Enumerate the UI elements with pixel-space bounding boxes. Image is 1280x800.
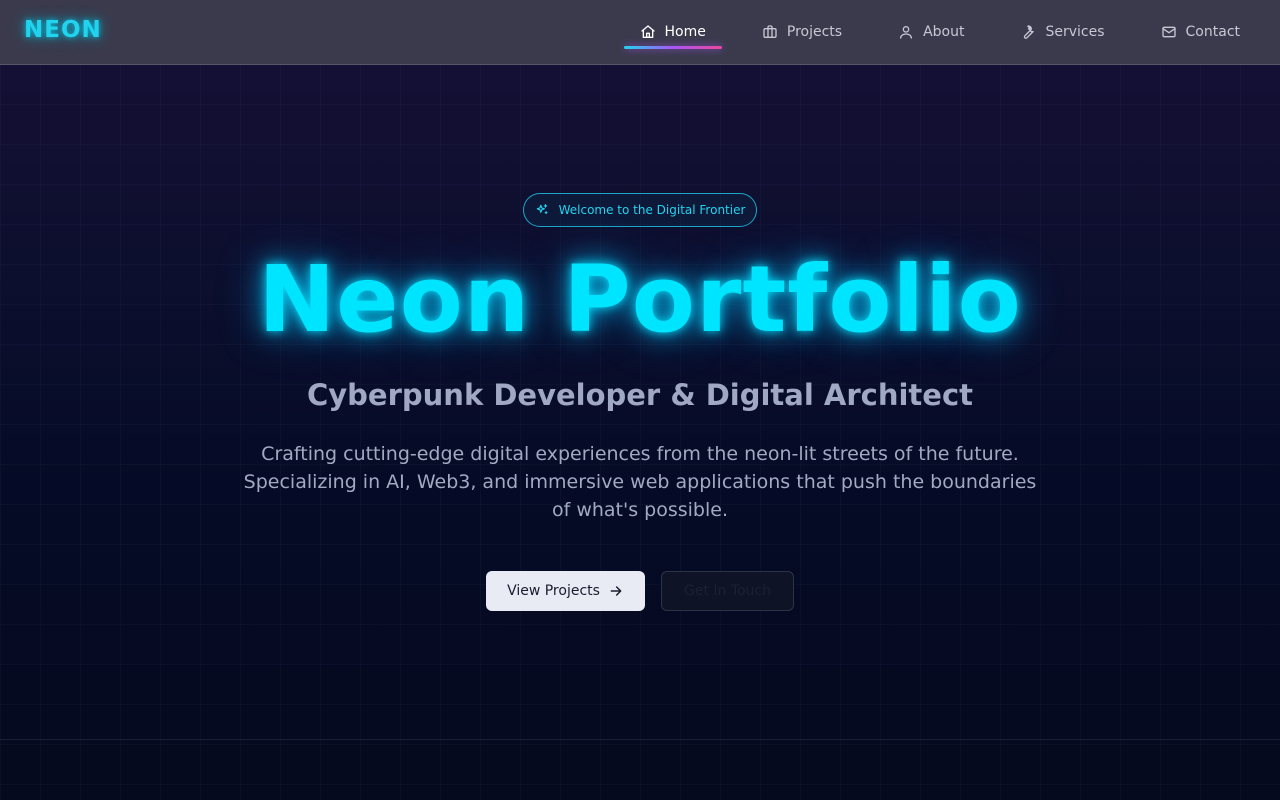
briefcase-icon	[763, 25, 777, 38]
nav-item-label: Services	[1045, 24, 1105, 40]
nav-item-label: Projects	[786, 24, 843, 40]
hero-subtitle: Cyberpunk Developer & Digital Architect	[306, 378, 974, 412]
background-grid	[0, 64, 1280, 800]
nav-item-label: About	[923, 24, 965, 40]
section-divider	[0, 739, 1280, 740]
get-in-touch-label: Get In Touch	[683, 583, 772, 599]
navbar: NEON Home Projects About Services Contac…	[0, 0, 1280, 65]
get-in-touch-button[interactable]: Get In Touch	[661, 571, 794, 611]
page: NEON Home Projects About Services Contac…	[0, 0, 1280, 800]
nav-item-home[interactable]: Home	[623, 0, 722, 64]
sparkles-icon	[536, 204, 548, 215]
logo[interactable]: NEON	[24, 17, 102, 43]
active-underline	[623, 46, 722, 49]
main-nav: Home Projects About Services Contact	[623, 0, 1240, 64]
home-icon	[640, 25, 655, 38]
welcome-badge-text: Welcome to the Digital Frontier	[558, 203, 746, 217]
arrow-right-icon	[610, 586, 622, 596]
nav-item-projects[interactable]: Projects	[762, 0, 842, 64]
nav-item-about[interactable]: About	[898, 0, 964, 64]
mail-icon	[1161, 26, 1176, 38]
user-icon	[900, 26, 913, 39]
nav-item-label: Home	[664, 24, 706, 40]
welcome-badge: Welcome to the Digital Frontier	[523, 193, 757, 227]
hero-title: Neon Portfolio	[258, 246, 1022, 353]
view-projects-label: View Projects	[507, 583, 600, 599]
hero-description: Crafting cutting-edge digital experience…	[243, 443, 1037, 521]
view-projects-button[interactable]: View Projects	[486, 571, 645, 611]
nav-item-contact[interactable]: Contact	[1161, 0, 1240, 64]
nav-item-label: Contact	[1185, 24, 1240, 40]
nav-item-services[interactable]: Services	[1020, 0, 1105, 64]
wrench-icon	[1024, 25, 1035, 39]
